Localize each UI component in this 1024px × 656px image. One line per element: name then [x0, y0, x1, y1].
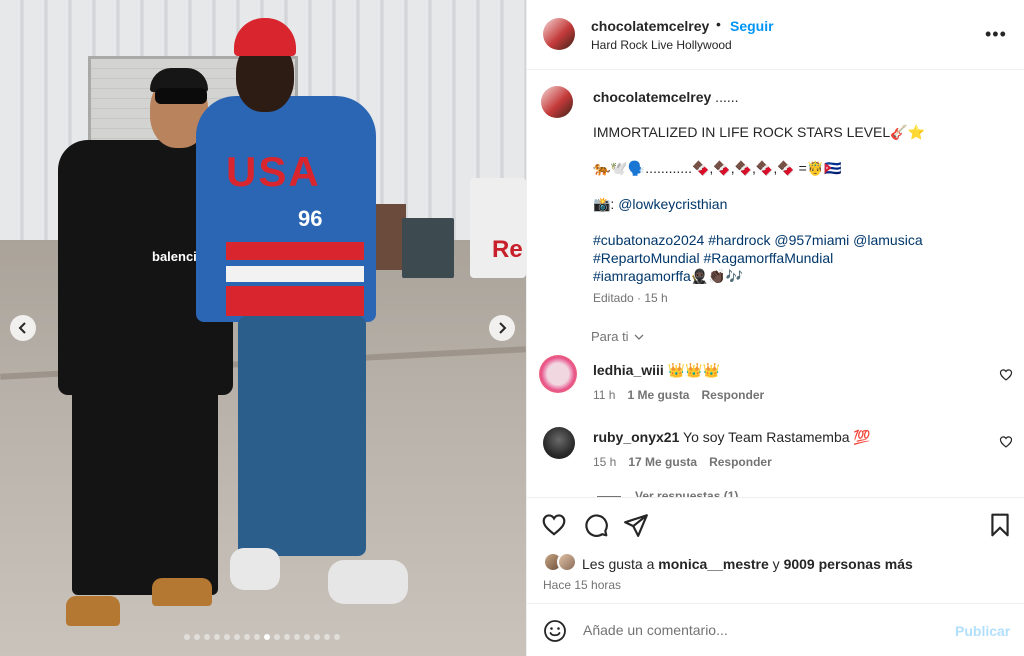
- caption-username[interactable]: chocolatemcelrey: [593, 89, 711, 105]
- likes-prefix: Les gusta a: [582, 556, 659, 572]
- carousel-dot: [234, 634, 240, 640]
- carousel-dot: [294, 634, 300, 640]
- comment-icon[interactable]: [583, 512, 609, 538]
- carousel-dot: [324, 634, 330, 640]
- comment-text: Yo soy Team Rastamemba 💯: [683, 429, 871, 445]
- post-comments-area[interactable]: chocolatemcelrey ...... IMMORTALIZED IN …: [527, 71, 1024, 497]
- caption-line-1: IMMORTALIZED IN LIFE ROCK STARS LEVEL🎸⭐: [593, 124, 926, 140]
- liker-avatar: [557, 552, 577, 572]
- heart-icon[interactable]: [541, 512, 567, 538]
- comment-likes[interactable]: 1 Me gusta: [627, 388, 689, 402]
- carousel-dot: [274, 634, 280, 640]
- para-ti-dropdown[interactable]: Para ti: [591, 329, 645, 344]
- photo-trash-bin: [402, 218, 454, 278]
- carousel-dot: [314, 634, 320, 640]
- more-options-icon[interactable]: •••: [985, 24, 1007, 45]
- comment-likes[interactable]: 17 Me gusta: [628, 455, 697, 469]
- hashtag-emoji: 🥷🏿👏🏿🎶: [690, 268, 744, 284]
- liker-username[interactable]: monica__mestre: [658, 556, 769, 572]
- likers-avatars[interactable]: [543, 552, 583, 574]
- carousel-dot: [204, 634, 210, 640]
- post-media[interactable]: Re balencia USA 96: [0, 0, 526, 656]
- comment-text-line: ledhia_wiii 👑👑👑: [593, 362, 720, 379]
- para-ti-label: Para ti: [591, 329, 629, 344]
- carousel-prev-button[interactable]: [10, 315, 36, 341]
- jersey-number: 96: [298, 206, 323, 231]
- photo-cart-text: Re: [492, 236, 523, 263]
- caption-username-suffix: ......: [711, 89, 739, 105]
- carousel-dot: [304, 634, 310, 640]
- comment-input[interactable]: [583, 618, 943, 642]
- share-icon[interactable]: [623, 512, 649, 538]
- carousel-dot: [244, 634, 250, 640]
- post-header: chocolatemcelrey • Seguir Hard Rock Live…: [527, 0, 1024, 70]
- likes-count[interactable]: 9009 personas más: [784, 556, 913, 572]
- hashtags-line-1[interactable]: #cubatonazo2024 #hardrock @957miami @lam…: [593, 232, 923, 248]
- caption-username-line: chocolatemcelrey ......: [593, 89, 739, 105]
- caption-avatar[interactable]: [541, 86, 573, 118]
- comment-time: 11 h: [593, 388, 616, 402]
- comment-meta: 11 h 1 Me gusta Responder: [593, 388, 764, 402]
- commenter-avatar[interactable]: [539, 355, 577, 393]
- hashtags-line-3: #iamragamorffa🥷🏿👏🏿🎶: [593, 268, 743, 285]
- likes-middle: y: [768, 556, 784, 572]
- chevron-right-icon: [499, 322, 507, 334]
- see-replies-button[interactable]: Ver respuestas (1): [597, 489, 738, 497]
- chevron-down-icon: [634, 334, 644, 340]
- jersey-text: USA: [226, 148, 321, 195]
- caption-camera-line: 📸: @lowkeycristhian: [593, 196, 727, 213]
- author-username[interactable]: chocolatemcelrey: [591, 18, 709, 34]
- carousel-dot: [264, 634, 270, 640]
- carousel-dot: [254, 634, 260, 640]
- commenter-username[interactable]: ledhia_wiii: [593, 362, 664, 378]
- publish-button[interactable]: Publicar: [955, 623, 1010, 639]
- heart-icon[interactable]: [999, 368, 1013, 382]
- add-comment-bar: Publicar: [527, 603, 1024, 656]
- carousel-dots: [184, 634, 340, 640]
- comment-meta: 15 h 17 Me gusta Responder: [593, 455, 772, 469]
- carousel-dot: [214, 634, 220, 640]
- comment-time: 15 h: [593, 455, 617, 469]
- commenter-avatar[interactable]: [543, 427, 575, 459]
- caption-line-2: 🐅🕊️🗣️............🍫,🍫,🍫,🍫,🍫 =🤴🇨🇺: [593, 160, 842, 176]
- commenter-username[interactable]: ruby_onyx21: [593, 429, 679, 445]
- carousel-dot: [194, 634, 200, 640]
- reply-button[interactable]: Responder: [701, 388, 764, 402]
- post-location[interactable]: Hard Rock Live Hollywood: [591, 38, 732, 52]
- edited-timestamp: Editado · 15 h: [593, 291, 668, 305]
- carousel-dot: [334, 634, 340, 640]
- follow-button[interactable]: Seguir: [730, 18, 774, 34]
- likes-summary: Les gusta a monica__mestre y 9009 person…: [582, 556, 913, 572]
- author-avatar[interactable]: [543, 18, 575, 50]
- hashtag-link[interactable]: #iamragamorffa: [593, 268, 691, 284]
- comment-text: 👑👑👑: [667, 362, 720, 378]
- post-actions: Les gusta a monica__mestre y 9009 person…: [527, 497, 1024, 603]
- reply-button[interactable]: Responder: [709, 455, 772, 469]
- header-separator: •: [716, 16, 721, 32]
- mention-link[interactable]: @lowkeycristhian: [618, 196, 727, 212]
- post-side-panel: chocolatemcelrey • Seguir Hard Rock Live…: [526, 0, 1024, 656]
- chevron-left-icon: [18, 322, 26, 334]
- see-replies-label: Ver respuestas (1): [635, 489, 739, 497]
- emoji-icon[interactable]: [543, 619, 567, 643]
- camera-prefix: 📸:: [593, 196, 619, 212]
- bookmark-icon[interactable]: [987, 512, 1013, 538]
- carousel-dot: [184, 634, 190, 640]
- carousel-dot: [224, 634, 230, 640]
- carousel-dot: [284, 634, 290, 640]
- post-time-ago[interactable]: Hace 15 horas: [543, 578, 621, 592]
- comment-text-line: ruby_onyx21 Yo soy Team Rastamemba 💯: [593, 429, 871, 446]
- hashtags-line-2[interactable]: #RepartoMundial #RagamorffaMundial: [593, 250, 833, 266]
- heart-icon[interactable]: [999, 435, 1013, 449]
- carousel-next-button[interactable]: [489, 315, 515, 341]
